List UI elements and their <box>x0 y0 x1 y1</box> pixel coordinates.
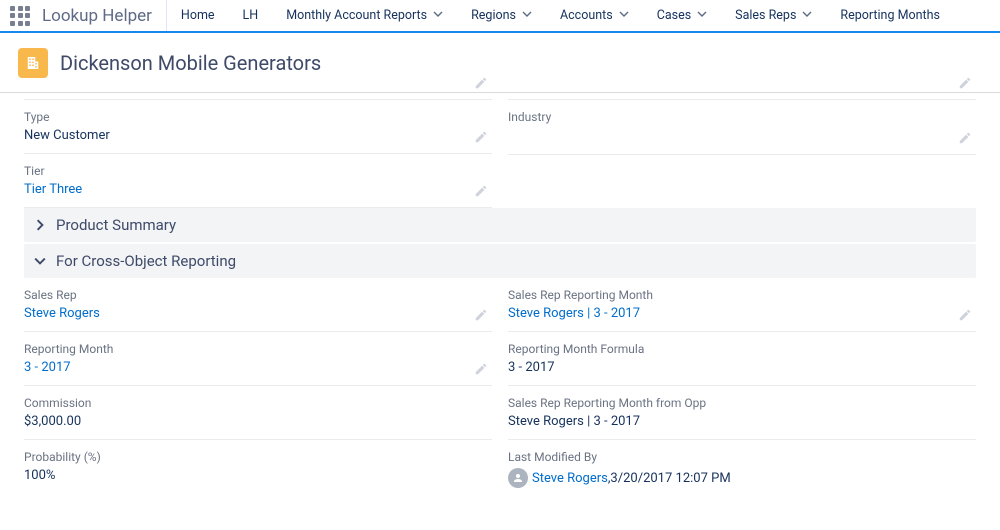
field-last-modified-by: Last Modified By Steve Rogers, 3/20/2017… <box>508 440 976 498</box>
field-sales-rep-reporting-month: Sales Rep Reporting Month Steve Rogers |… <box>508 278 976 332</box>
chevron-down-icon <box>34 255 46 267</box>
detail-row: Type New Customer Tier Tier Three Indust… <box>0 100 1000 208</box>
field-value: 3 - 2017 <box>508 360 946 375</box>
nav-home[interactable]: Home <box>167 0 229 31</box>
record-header: Dickenson Mobile Generators <box>0 33 1000 93</box>
account-icon <box>18 48 48 78</box>
chevron-right-icon <box>34 219 46 231</box>
field-label: Reporting Month Formula <box>508 342 946 356</box>
chevron-down-icon[interactable] <box>522 8 532 23</box>
field-label: Industry <box>508 110 946 124</box>
nav-label: Reporting Months <box>840 8 940 23</box>
field-industry: Industry <box>508 100 976 155</box>
field-partial-left <box>24 93 492 100</box>
app-launcher-icon[interactable] <box>10 6 30 26</box>
field-sales-rep-reporting-month-opp: Sales Rep Reporting Month from Opp Steve… <box>508 386 976 440</box>
edit-icon[interactable] <box>958 75 972 89</box>
nav-tabs: Home LH Monthly Account Reports Regions … <box>167 0 954 31</box>
nav-label: Sales Reps <box>735 8 796 23</box>
nav-monthly-account-reports[interactable]: Monthly Account Reports <box>272 0 457 31</box>
field-value: 100% <box>24 468 462 483</box>
nav-cases[interactable]: Cases <box>643 0 721 31</box>
user-link[interactable]: Steve Rogers <box>532 471 608 486</box>
nav-label: Cases <box>657 8 691 23</box>
nav-label: LH <box>243 8 259 23</box>
nav-label: Accounts <box>560 8 613 23</box>
section-title: Product Summary <box>56 216 176 234</box>
field-label: Tier <box>24 164 462 178</box>
record-title: Dickenson Mobile Generators <box>60 51 321 75</box>
edit-icon[interactable] <box>474 361 488 375</box>
nav-label: Home <box>181 8 215 23</box>
field-value-link[interactable]: 3 - 2017 <box>24 360 462 375</box>
nav-reporting-months[interactable]: Reporting Months <box>826 0 954 31</box>
timestamp: 3/20/2017 12:07 PM <box>610 471 730 486</box>
field-label: Sales Rep Reporting Month <box>508 288 946 302</box>
field-value: $3,000.00 <box>24 414 462 429</box>
nav-label: Regions <box>471 8 516 23</box>
field-tier: Tier Tier Three <box>24 154 492 208</box>
nav-regions[interactable]: Regions <box>457 0 546 31</box>
edit-icon[interactable] <box>958 130 972 144</box>
field-value: Steve Rogers | 3 - 2017 <box>508 414 946 429</box>
field-partial-right <box>508 93 976 100</box>
section-product-summary[interactable]: Product Summary <box>24 208 976 242</box>
field-value-link[interactable]: Steve Rogers <box>24 306 462 321</box>
section-title: For Cross-Object Reporting <box>56 252 236 270</box>
edit-icon[interactable] <box>958 307 972 321</box>
nav-accounts[interactable]: Accounts <box>546 0 643 31</box>
edit-icon[interactable] <box>474 183 488 197</box>
chevron-down-icon[interactable] <box>433 8 443 23</box>
field-commission: Commission $3,000.00 <box>24 386 492 440</box>
global-nav: Lookup Helper Home LH Monthly Account Re… <box>0 0 1000 33</box>
field-label: Type <box>24 110 462 124</box>
field-probability: Probability (%) 100% <box>24 440 492 493</box>
top-partial-row <box>0 93 1000 100</box>
field-value-link[interactable]: Tier Three <box>24 182 462 197</box>
nav-lh[interactable]: LH <box>229 0 273 31</box>
nav-label: Monthly Account Reports <box>286 8 427 23</box>
section-cross-object[interactable]: For Cross-Object Reporting <box>24 244 976 278</box>
chevron-down-icon[interactable] <box>802 8 812 23</box>
cross-object-fields: Sales Rep Steve Rogers Reporting Month 3… <box>0 278 1000 498</box>
field-value: New Customer <box>24 128 462 143</box>
field-label: Commission <box>24 396 462 410</box>
app-name: Lookup Helper <box>42 6 152 26</box>
field-reporting-month-formula: Reporting Month Formula 3 - 2017 <box>508 332 976 386</box>
field-label: Reporting Month <box>24 342 462 356</box>
field-sales-rep: Sales Rep Steve Rogers <box>24 278 492 332</box>
avatar-icon <box>508 468 528 488</box>
field-value: Steve Rogers, 3/20/2017 12:07 PM <box>508 468 946 488</box>
record-body: Type New Customer Tier Tier Three Indust… <box>0 93 1000 498</box>
edit-icon[interactable] <box>474 129 488 143</box>
field-label: Sales Rep Reporting Month from Opp <box>508 396 946 410</box>
field-label: Last Modified By <box>508 450 946 464</box>
field-type: Type New Customer <box>24 100 492 154</box>
chevron-down-icon[interactable] <box>697 8 707 23</box>
field-label: Sales Rep <box>24 288 462 302</box>
field-reporting-month: Reporting Month 3 - 2017 <box>24 332 492 386</box>
app-launcher-cell: Lookup Helper <box>0 0 167 31</box>
edit-icon[interactable] <box>474 75 488 89</box>
nav-sales-reps[interactable]: Sales Reps <box>721 0 826 31</box>
edit-icon[interactable] <box>474 307 488 321</box>
field-label: Probability (%) <box>24 450 462 464</box>
chevron-down-icon[interactable] <box>619 8 629 23</box>
field-value-link[interactable]: Steve Rogers | 3 - 2017 <box>508 306 946 321</box>
